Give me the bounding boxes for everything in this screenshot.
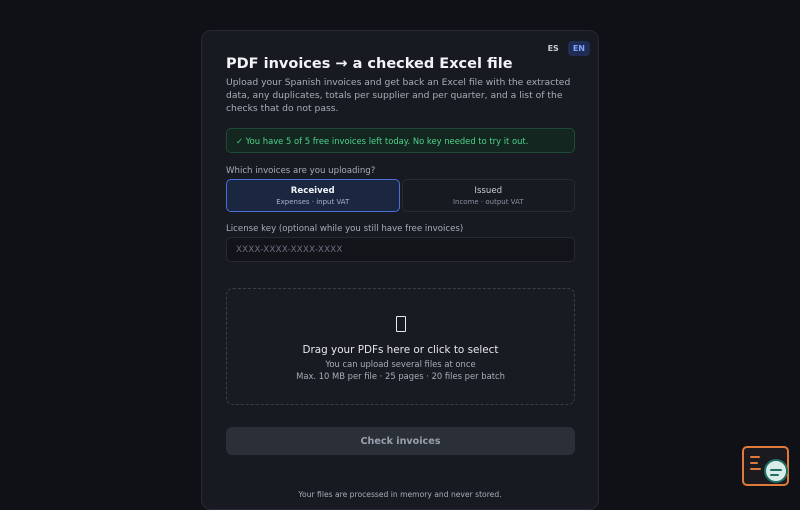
dropzone-title: Drag your PDFs here or click to select: [302, 344, 499, 356]
widget-bar: [750, 468, 761, 470]
file-dropzone[interactable]: Drag your PDFs here or click to select Y…: [226, 288, 575, 405]
lang-es-button[interactable]: ES: [543, 41, 564, 56]
license-key-label: License key (optional while you still ha…: [226, 224, 464, 234]
document-icon: [395, 316, 406, 332]
lang-en-button[interactable]: EN: [567, 41, 590, 56]
check-invoices-button[interactable]: Check invoices: [226, 427, 575, 455]
option-subtitle: Income · output VAT: [452, 197, 524, 206]
page-subtitle: Upload your Spanish invoices and get bac…: [226, 77, 571, 114]
language-switcher: ES EN: [543, 41, 590, 56]
invoice-type-issued[interactable]: Issued Income · output VAT: [401, 179, 575, 212]
option-title: Issued: [474, 185, 503, 196]
option-subtitle: Expenses · input VAT: [276, 197, 350, 206]
privacy-footer: Your files are processed in memory and n…: [298, 490, 502, 499]
upload-card: ES EN PDF invoices → a checked Excel fil…: [201, 30, 599, 510]
free-quota-notice: ✓ You have 5 of 5 free invoices left tod…: [226, 128, 575, 153]
invoice-type-label: Which invoices are you uploading?: [226, 166, 376, 176]
dropzone-subtitle: You can upload several files at once: [325, 359, 476, 369]
widget-bar: [750, 462, 758, 464]
dropzone-limits: Max. 10 MB per file · 25 pages · 20 file…: [296, 371, 505, 381]
page-title: PDF invoices → a checked Excel file: [226, 56, 513, 72]
option-title: Received: [290, 185, 335, 196]
invoice-type-toggle: Received Expenses · input VAT Issued Inc…: [226, 179, 575, 212]
inspector-icon[interactable]: [742, 446, 789, 486]
license-key-input[interactable]: [226, 237, 575, 262]
invoice-type-received[interactable]: Received Expenses · input VAT: [226, 179, 400, 212]
magnifier-icon: [764, 459, 788, 483]
widget-bar: [750, 456, 760, 458]
